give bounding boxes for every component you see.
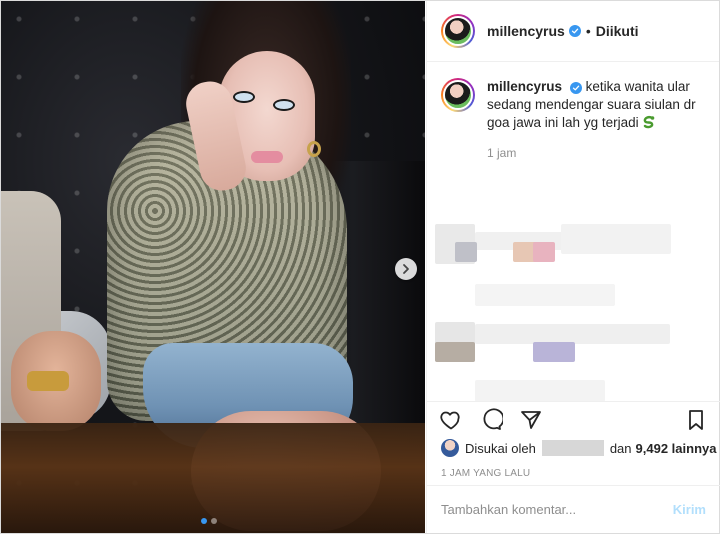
earring — [307, 141, 321, 157]
header-username[interactable]: millencyrus — [487, 23, 565, 39]
separator-dot: • — [585, 23, 591, 39]
post-header: millencyrus • Diikuti — [427, 1, 719, 62]
post-comment-button[interactable]: Kirim — [673, 502, 706, 517]
likes-summary: Disukai oleh dan 9,492 lainnya — [441, 439, 716, 457]
share-icon — [521, 410, 541, 429]
caption-body: millencyrus ketika wanita ular sedang me… — [487, 78, 697, 132]
carousel-dot — [211, 518, 217, 524]
caption-username[interactable]: millencyrus — [487, 79, 562, 94]
chevron-right-icon — [403, 264, 409, 274]
comment-button[interactable] — [479, 407, 503, 432]
comment-input[interactable] — [441, 502, 673, 517]
pixelated-comment — [455, 242, 477, 262]
caption-time: 1 jam — [487, 146, 517, 160]
heart-icon — [440, 411, 460, 429]
save-button[interactable] — [684, 408, 708, 432]
avatar[interactable] — [441, 78, 475, 112]
table-foreground — [1, 423, 425, 533]
carousel-dots — [201, 518, 217, 524]
avatar[interactable] — [441, 14, 475, 48]
liked-by-label: Disukai oleh — [465, 440, 536, 456]
pixelated-comment — [435, 342, 475, 362]
snake-icon — [644, 116, 655, 129]
carousel-dot — [201, 518, 207, 524]
post-photo — [1, 1, 425, 533]
pixelated-comment — [475, 380, 605, 402]
caption-row: millencyrus ketika wanita ular sedang me… — [441, 78, 705, 132]
pixelated-comment — [475, 284, 615, 306]
follow-status[interactable]: Diikuti — [596, 23, 639, 39]
pixelated-comment — [533, 242, 555, 262]
action-bar — [427, 401, 720, 437]
comments-section: millencyrus ketika wanita ular sedang me… — [427, 62, 719, 402]
liked-and-label: dan — [609, 440, 632, 456]
like-button[interactable] — [439, 408, 463, 432]
likes-count[interactable]: 9,492 lainnya — [636, 441, 717, 456]
pixelated-comment — [561, 224, 671, 254]
share-button[interactable] — [519, 408, 543, 432]
pixelated-comment — [533, 342, 575, 362]
comment-icon — [483, 407, 503, 430]
post-timestamp[interactable]: 1 JAM YANG LALU — [441, 468, 530, 479]
bookmark-icon — [689, 409, 703, 430]
right-eye — [273, 99, 295, 111]
post-side-panel: millencyrus • Diikuti millencyrus ketika… — [426, 1, 720, 533]
comment-box: Kirim — [427, 485, 720, 533]
left-eye — [233, 91, 255, 103]
redacted-username — [541, 440, 604, 456]
pixelated-comment — [475, 324, 670, 344]
avatar[interactable] — [441, 439, 459, 457]
wristwatch — [27, 371, 69, 391]
lips — [251, 151, 283, 163]
verified-badge-icon — [569, 82, 582, 94]
verified-badge-icon — [568, 25, 581, 37]
carousel-next-button[interactable] — [395, 258, 417, 280]
